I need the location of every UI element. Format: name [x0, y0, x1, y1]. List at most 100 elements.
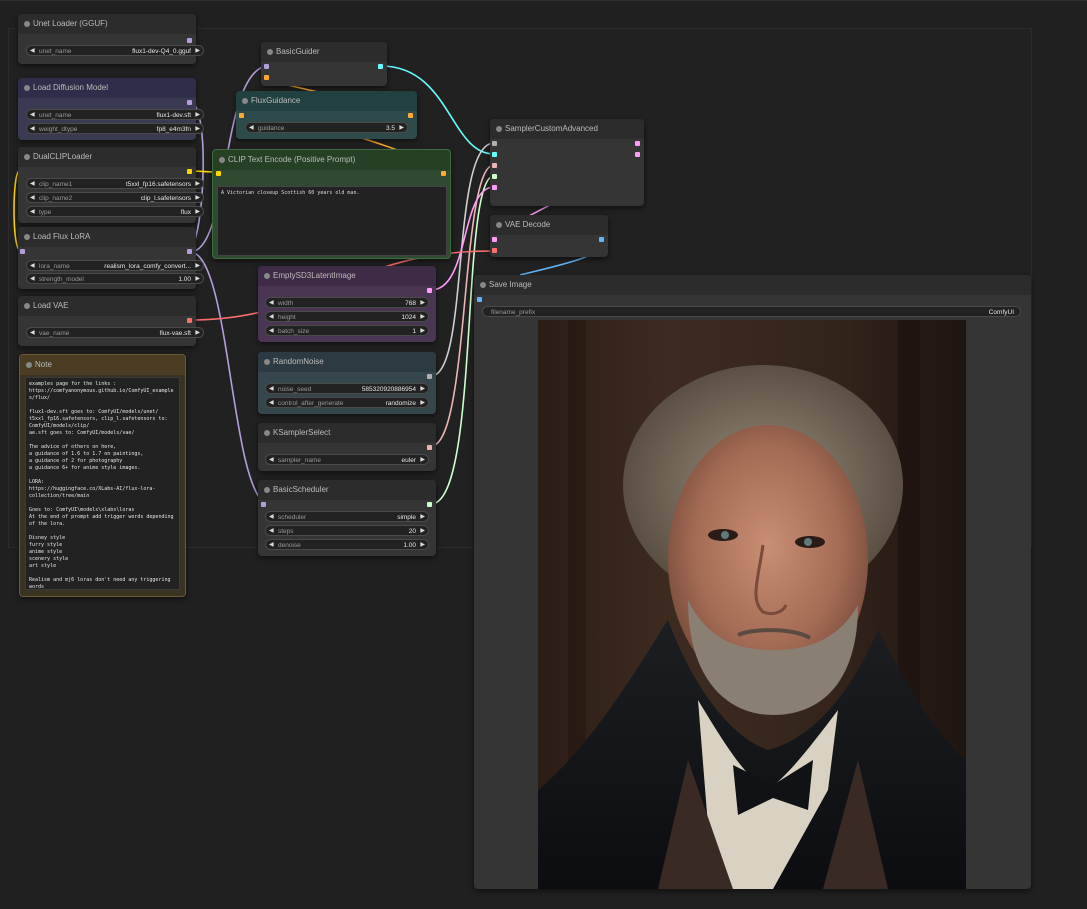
node-unet-loader-gguf[interactable]: Unet Loader (GGUF) ◀ unet_name flux1-dev-Q…: [18, 14, 204, 64]
batch-size-slider[interactable]: ◀ batch_size 1 ▶: [265, 325, 429, 336]
input-latent-port[interactable]: [492, 185, 497, 190]
output-sigmas-port[interactable]: [427, 502, 432, 507]
output-noise-port[interactable]: [427, 374, 432, 379]
node-note[interactable]: Note examples page for the links : https…: [19, 354, 186, 597]
node-basic-guider[interactable]: BasicGuider: [261, 42, 387, 86]
collapse-dot-icon[interactable]: [242, 98, 248, 104]
left-arrow-icon: ◀: [30, 126, 35, 132]
input-images-port[interactable]: [477, 297, 482, 302]
input-samples-port[interactable]: [492, 237, 497, 242]
node-flux-guidance[interactable]: FluxGuidance ◀ guidance 3.5 ▶: [236, 91, 417, 139]
input-conditioning-port[interactable]: [264, 75, 269, 80]
unet-name-combo[interactable]: ◀ unet_name flux1-dev-Q4_0.gguf ▶: [26, 45, 204, 56]
collapse-dot-icon[interactable]: [264, 273, 270, 279]
input-model-port[interactable]: [264, 64, 269, 69]
right-arrow-icon: ▶: [420, 300, 425, 306]
filename-prefix-input[interactable]: filename_prefix ComfyUI: [482, 306, 1021, 317]
strength-model-slider[interactable]: ◀ strength_model 1.00 ▶: [26, 273, 204, 284]
right-arrow-icon: ▶: [195, 263, 200, 269]
output-latent-port[interactable]: [635, 141, 640, 146]
input-sampler-port[interactable]: [492, 163, 497, 168]
lora-name-combo[interactable]: ◀ lora_name realism_lora_comfy_convert... ▶: [26, 260, 204, 271]
left-arrow-icon: ◀: [269, 328, 274, 334]
output-guider-port[interactable]: [378, 64, 383, 69]
note-textarea[interactable]: examples page for the links : https://co…: [25, 377, 180, 590]
output-sampler-port[interactable]: [427, 445, 432, 450]
vae-name-combo[interactable]: ◀ vae_name flux-vae.sft ▶: [26, 327, 204, 338]
output-vae-port[interactable]: [187, 318, 192, 323]
right-arrow-icon: ▶: [420, 314, 425, 320]
node-basic-scheduler[interactable]: BasicScheduler ◀ scheduler simple ▶ ◀ steps 2…: [258, 480, 436, 556]
input-conditioning-port[interactable]: [239, 113, 244, 118]
collapse-dot-icon[interactable]: [264, 359, 270, 365]
output-model-port[interactable]: [187, 100, 192, 105]
collapse-dot-icon[interactable]: [24, 85, 30, 91]
collapse-dot-icon[interactable]: [496, 126, 502, 132]
output-latent-port[interactable]: [427, 288, 432, 293]
right-arrow-icon: ▶: [420, 328, 425, 334]
right-arrow-icon: ▶: [399, 125, 404, 131]
input-model-port[interactable]: [20, 249, 25, 254]
height-slider[interactable]: ◀ height 1024 ▶: [265, 311, 429, 322]
node-clip-text-encode[interactable]: CLIP Text Encode (Positive Prompt) A Vic…: [212, 149, 451, 259]
input-model-port[interactable]: [261, 502, 266, 507]
input-sigmas-port[interactable]: [492, 174, 497, 179]
collapse-dot-icon[interactable]: [267, 49, 273, 55]
output-model-port[interactable]: [187, 249, 192, 254]
scheduler-combo[interactable]: ◀ scheduler simple ▶: [265, 511, 429, 522]
collapse-dot-icon[interactable]: [24, 303, 30, 309]
collapse-dot-icon[interactable]: [24, 21, 30, 27]
right-arrow-icon: ▶: [195, 195, 200, 201]
sampler-name-combo[interactable]: ◀ sampler_name euler ▶: [265, 454, 429, 465]
collapse-dot-icon[interactable]: [26, 362, 32, 368]
node-load-diffusion-model[interactable]: Load Diffusion Model ◀ unet_name flux1-dev…: [18, 78, 204, 140]
output-clip-port[interactable]: [187, 169, 192, 174]
type-combo[interactable]: ◀ type flux ▶: [26, 206, 204, 217]
width-slider[interactable]: ◀ width 768 ▶: [265, 297, 429, 308]
node-load-flux-lora[interactable]: Load Flux LoRA ◀ lora_name realism_lora_co…: [18, 227, 204, 289]
unet-name-combo[interactable]: ◀ unet_name flux1-dev.sft ▶: [26, 109, 204, 120]
weight-dtype-combo[interactable]: ◀ weight_dtype fp8_e4m3fn ▶: [26, 123, 204, 134]
node-random-noise[interactable]: RandomNoise ◀ noise_seed 585320920886954 ▶ …: [258, 352, 436, 414]
node-sampler-custom-advanced[interactable]: SamplerCustomAdvanced: [490, 119, 644, 206]
input-clip-port[interactable]: [216, 171, 221, 176]
node-title: VAE Decode: [490, 215, 608, 235]
node-save-image[interactable]: Save Image filename_prefix ComfyUI: [474, 275, 1031, 889]
clip-name1-combo[interactable]: ◀ clip_name1 t5xxl_fp16.safetensors ▶: [26, 178, 204, 189]
node-title: Save Image: [474, 275, 1031, 295]
collapse-dot-icon[interactable]: [264, 487, 270, 493]
collapse-dot-icon[interactable]: [264, 430, 270, 436]
left-arrow-icon: ◀: [269, 314, 274, 320]
prompt-textarea[interactable]: A Victorian closeup Scottish 60 years ol…: [217, 186, 447, 256]
collapse-dot-icon[interactable]: [480, 282, 486, 288]
node-dual-clip-loader[interactable]: DualCLIPLoader ◀ clip_name1 t5xxl_fp16.saf…: [18, 147, 204, 223]
collapse-dot-icon[interactable]: [219, 157, 225, 163]
input-noise-port[interactable]: [492, 141, 497, 146]
collapse-dot-icon[interactable]: [24, 154, 30, 160]
input-guider-port[interactable]: [492, 152, 497, 157]
node-title: Load Diffusion Model: [18, 78, 196, 98]
node-empty-sd3-latent-image[interactable]: EmptySD3LatentImage ◀ width 768 ▶ ◀ height 10…: [258, 266, 436, 342]
node-vae-decode[interactable]: VAE Decode: [490, 215, 608, 257]
collapse-dot-icon[interactable]: [24, 234, 30, 240]
steps-slider[interactable]: ◀ steps 20 ▶: [265, 525, 429, 536]
right-arrow-icon: ▶: [195, 209, 200, 215]
output-denoised-port[interactable]: [635, 152, 640, 157]
left-arrow-icon: ◀: [269, 514, 274, 520]
denoise-slider[interactable]: ◀ denoise 1.00 ▶: [265, 539, 429, 550]
input-vae-port[interactable]: [492, 248, 497, 253]
node-load-vae[interactable]: Load VAE ◀ vae_name flux-vae.sft ▶: [18, 296, 204, 346]
node-ksampler-select[interactable]: KSamplerSelect ◀ sampler_name euler ▶: [258, 423, 436, 471]
left-arrow-icon: ◀: [30, 263, 35, 269]
guidance-slider[interactable]: ◀ guidance 3.5 ▶: [245, 122, 408, 133]
output-conditioning-port[interactable]: [408, 113, 413, 118]
output-image-port[interactable]: [599, 237, 604, 242]
left-arrow-icon: ◀: [269, 300, 274, 306]
control-after-generate-combo[interactable]: ◀ control_after_generate randomize ▶: [265, 397, 429, 408]
output-model-port[interactable]: [187, 38, 192, 43]
noise-seed-slider[interactable]: ◀ noise_seed 585320920886954 ▶: [265, 383, 429, 394]
collapse-dot-icon[interactable]: [496, 222, 502, 228]
clip-name2-combo[interactable]: ◀ clip_name2 clip_l.safetensors ▶: [26, 192, 204, 203]
generated-image-preview[interactable]: [538, 320, 966, 889]
output-conditioning-port[interactable]: [441, 171, 446, 176]
